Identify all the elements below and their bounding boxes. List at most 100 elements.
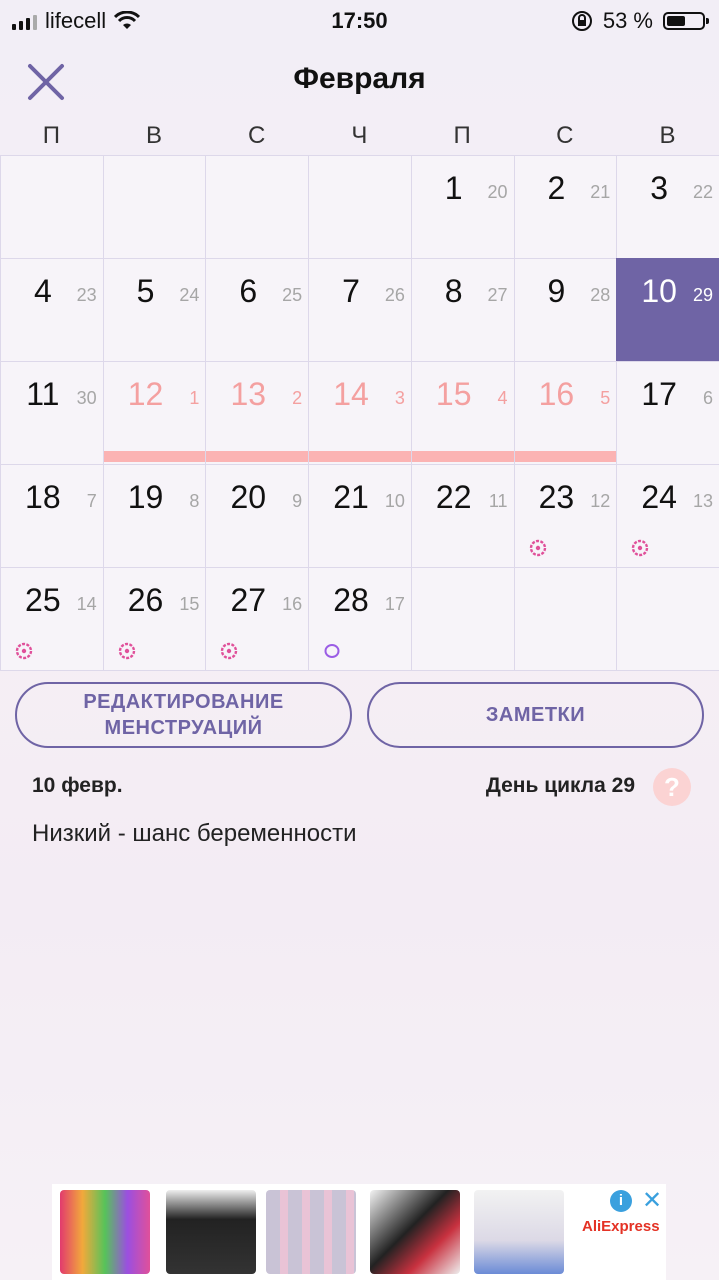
calendar-day-23[interactable]: 23 12: [513, 464, 618, 568]
calendar-day-13[interactable]: 13 2: [205, 361, 310, 465]
cycle-day-number: 5: [600, 388, 611, 408]
calendar-day-27[interactable]: 27 16: [205, 567, 310, 671]
calendar-day-10[interactable]: 10 29: [616, 258, 719, 362]
calendar-grid: 1 20 2 21 3 22 4 23 5 24 6 25 7 26 8 27 9 28 10 29 11 30 12 1 13…: [0, 155, 719, 671]
cycle-day-number: 29: [692, 285, 713, 305]
calendar-day-11[interactable]: 11 30: [0, 361, 104, 465]
calendar-day-16[interactable]: 16 5: [513, 361, 618, 465]
calendar-empty-cell: [0, 155, 104, 259]
weekday-label: С: [556, 122, 574, 149]
cycle-day-number: 15: [179, 594, 200, 614]
calendar-day-15[interactable]: 15 4: [410, 361, 515, 465]
selected-date: 10 февр.: [32, 774, 123, 797]
cycle-day-number: 9: [292, 491, 303, 511]
ad-image[interactable]: [266, 1190, 356, 1274]
fertile-flower-icon: [15, 642, 33, 660]
weekday-label: П: [453, 122, 471, 149]
period-bar: [206, 451, 309, 462]
weekday-label: В: [146, 122, 163, 149]
cycle-day: День цикла 29: [485, 774, 635, 797]
cycle-day-number: 8: [189, 491, 200, 511]
ad-close-icon[interactable]: ✕: [642, 1186, 662, 1215]
ad-image[interactable]: [60, 1190, 150, 1274]
calendar-day-3[interactable]: 3 22: [616, 155, 719, 259]
ad-image[interactable]: [474, 1190, 564, 1274]
edit-periods-button[interactable]: РЕДАКТИРОВАНИЕ МЕНСТРУАЦИЙ: [15, 682, 352, 748]
help-icon[interactable]: ?: [653, 768, 691, 806]
ad-banner[interactable]: i ✕ AliExpress: [52, 1184, 666, 1280]
calendar-day-24[interactable]: 24 13: [616, 464, 719, 568]
status-bar: lifecell 17:50 53 %: [0, 0, 719, 40]
ovulation-circle-icon: [324, 644, 340, 658]
period-bar: [103, 451, 206, 462]
calendar-empty-cell: [616, 567, 719, 671]
cycle-day-number: 12: [590, 491, 611, 511]
cycle-day-number: 28: [590, 285, 611, 305]
calendar-day-12[interactable]: 12 1: [102, 361, 207, 465]
calendar-day-22[interactable]: 22 11: [410, 464, 515, 568]
calendar-day-7[interactable]: 7 26: [308, 258, 412, 362]
calendar-day-8[interactable]: 8 27: [410, 258, 515, 362]
weekday-label: П: [42, 122, 60, 149]
calendar-day-21[interactable]: 21 10: [308, 464, 412, 568]
calendar-day-2[interactable]: 2 21: [513, 155, 618, 259]
ad-image[interactable]: [370, 1190, 460, 1274]
weekday-label: В: [659, 122, 676, 149]
fertile-flower-icon: [118, 642, 135, 660]
weekday-header: П В С Ч П С В: [0, 122, 719, 156]
battery-percent: 53 %: [602, 8, 653, 33]
fertile-flower-icon: [221, 642, 238, 660]
pregnancy-chance: Низкий - шанс беременности: [32, 820, 357, 847]
cycle-day-number: 30: [76, 388, 97, 408]
calendar-day-28[interactable]: 28 17: [308, 567, 412, 671]
calendar-empty-cell: [102, 155, 207, 259]
cycle-day-number: 22: [692, 182, 713, 202]
battery-icon: [663, 12, 709, 30]
weekday-label: С: [248, 122, 266, 149]
ad-image[interactable]: [166, 1190, 256, 1274]
calendar-day-20[interactable]: 20 9: [205, 464, 310, 568]
cycle-day-number: 14: [76, 594, 97, 614]
calendar-day-9[interactable]: 9 28: [513, 258, 618, 362]
cycle-day-number: 17: [384, 594, 405, 614]
cycle-day-number: 7: [86, 491, 97, 511]
cycle-day-number: 25: [282, 285, 303, 305]
calendar-day-6[interactable]: 6 25: [205, 258, 310, 362]
cycle-day-number: 21: [590, 182, 611, 202]
calendar-empty-cell: [513, 567, 618, 671]
cycle-day-number: 1: [189, 388, 200, 408]
cycle-day-number: 27: [487, 285, 508, 305]
ad-brand-logo: AliExpress: [582, 1218, 660, 1235]
calendar-day-1[interactable]: 1 20: [410, 155, 515, 259]
cycle-day-number: 2: [292, 388, 303, 408]
ad-info-icon[interactable]: i: [610, 1190, 632, 1212]
calendar-day-4[interactable]: 4 23: [0, 258, 104, 362]
cycle-day-number: 10: [384, 491, 405, 511]
weekday-label: Ч: [351, 122, 368, 149]
calendar-day-17[interactable]: 17 6: [616, 361, 719, 465]
cycle-day-number: 4: [497, 388, 508, 408]
cycle-day-number: 23: [76, 285, 97, 305]
cycle-day-number: 6: [702, 388, 713, 408]
notes-button[interactable]: ЗАМЕТКИ: [367, 682, 704, 748]
cycle-day-number: 16: [282, 594, 303, 614]
rotation-lock-icon: [571, 11, 592, 31]
calendar-day-14[interactable]: 14 3: [308, 361, 412, 465]
month-title: Февраля: [293, 62, 426, 95]
calendar-empty-cell: [410, 567, 515, 671]
cycle-day-number: 24: [179, 285, 200, 305]
calendar-day-19[interactable]: 19 8: [102, 464, 207, 568]
period-bar: [411, 451, 514, 462]
cycle-day-number: 26: [384, 285, 405, 305]
calendar-empty-cell: [205, 155, 310, 259]
calendar-day-26[interactable]: 26 15: [102, 567, 207, 671]
fertile-flower-icon: [529, 539, 546, 557]
calendar-day-5[interactable]: 5 24: [102, 258, 207, 362]
cycle-day-number: 11: [488, 491, 508, 511]
cycle-day-number: 3: [394, 388, 405, 408]
fertile-flower-icon: [632, 539, 649, 557]
cycle-day-number: 13: [692, 491, 713, 511]
calendar-day-18[interactable]: 18 7: [0, 464, 104, 568]
calendar-day-25[interactable]: 25 14: [0, 567, 104, 671]
period-bar: [309, 451, 411, 462]
